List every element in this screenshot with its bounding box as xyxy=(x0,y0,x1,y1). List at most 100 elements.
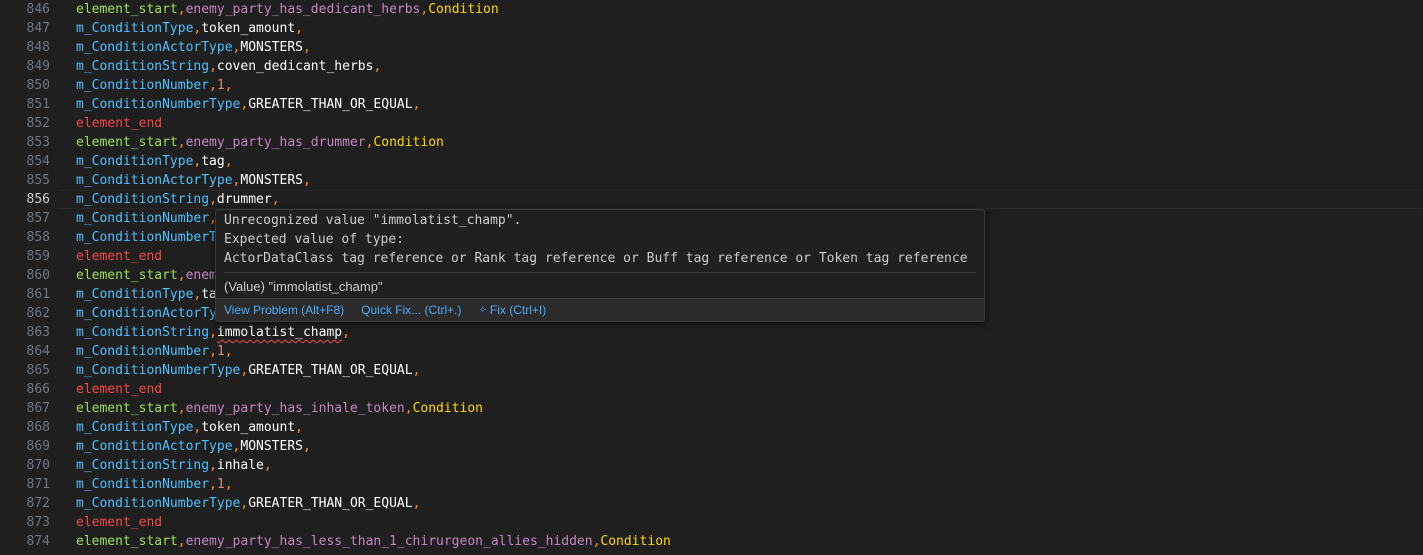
line-code: m_ConditionType,token_amount, xyxy=(76,19,303,38)
code-token: element_end xyxy=(76,116,163,131)
line-code: element_start,enemy_party_has_inhale_tok… xyxy=(76,399,483,418)
line-code: m_ConditionNumberType,GREATER_THAN_OR_EQ… xyxy=(76,361,420,380)
code-line[interactable]: 871 m_ConditionNumber,1, xyxy=(0,475,1423,494)
line-code: m_ConditionNumber,1, xyxy=(76,475,233,494)
code-line[interactable]: 872 m_ConditionNumberType,GREATER_THAN_OR… xyxy=(0,494,1423,513)
code-token: element_start xyxy=(76,268,178,283)
code-token: , xyxy=(177,2,186,17)
line-number: 859 xyxy=(26,249,50,264)
code-token: element_start xyxy=(76,135,178,150)
line-code: element_start,enemy_party_has_drummer,Co… xyxy=(76,133,444,152)
code-line[interactable]: 870 m_ConditionString,inhale, xyxy=(0,456,1423,475)
line-number: 848 xyxy=(26,40,50,55)
code-token: , xyxy=(224,344,233,359)
line-number: 854 xyxy=(26,154,50,169)
code-token: GREATER_THAN_OR_EQUAL xyxy=(248,97,413,112)
code-line[interactable]: 874 element_start,enemy_party_has_less_th… xyxy=(0,532,1423,551)
code-line[interactable]: 867 element_start,enemy_party_has_inhale_… xyxy=(0,399,1423,418)
code-line[interactable]: 847 m_ConditionType,token_amount, xyxy=(0,19,1423,38)
code-token: , xyxy=(224,477,233,492)
code-line[interactable]: 869 m_ConditionActorType,MONSTERS, xyxy=(0,437,1423,456)
code-token: , xyxy=(373,59,382,74)
error-token: immolatist_champ xyxy=(216,325,343,340)
view-problem-link[interactable]: View Problem (Alt+F8) xyxy=(224,303,344,317)
code-token: element_end xyxy=(76,515,163,530)
sparkle-icon: ✧ xyxy=(478,304,487,316)
code-token: element_end xyxy=(76,382,163,397)
line-code: m_ConditionString,immolatist_champ, xyxy=(76,323,350,342)
code-line[interactable]: 866 element_end xyxy=(0,380,1423,399)
line-code: m_ConditionString,coven_dedicant_herbs, xyxy=(76,57,381,76)
line-number: 852 xyxy=(26,116,50,131)
line-number: 865 xyxy=(26,363,50,378)
code-token: m_ConditionType xyxy=(76,154,194,169)
line-number: 874 xyxy=(26,534,50,549)
hover-tooltip: Unrecognized value "immolatist_champ". E… xyxy=(215,209,985,322)
line-number: 856 xyxy=(26,192,50,207)
code-token: m_ConditionString xyxy=(76,458,210,473)
code-token: tag xyxy=(201,154,225,169)
code-token: 1 xyxy=(216,344,225,359)
code-token: m_ConditionType xyxy=(76,420,194,435)
code-line[interactable]: 865 m_ConditionNumberType,GREATER_THAN_OR… xyxy=(0,361,1423,380)
code-line[interactable]: 848 m_ConditionActorType,MONSTERS, xyxy=(0,38,1423,57)
code-token: m_ConditionType xyxy=(76,287,194,302)
code-token: , xyxy=(209,78,217,93)
line-code: m_ConditionActorType,MONSTERS, xyxy=(76,38,311,57)
code-token: , xyxy=(177,135,186,150)
code-line[interactable]: 856 m_ConditionString,drummer, xyxy=(0,190,1423,209)
code-line[interactable]: 852 element_end xyxy=(0,114,1423,133)
code-token: Condition xyxy=(428,2,499,17)
problem-message: Unrecognized value "immolatist_champ". E… xyxy=(216,210,984,268)
line-number: 861 xyxy=(26,287,50,302)
problem-line-1: Unrecognized value "immolatist_champ". xyxy=(224,213,522,228)
code-token: , xyxy=(209,325,217,340)
line-code: m_ConditionActorTy xyxy=(76,304,217,323)
hover-actions-bar: View Problem (Alt+F8) Quick Fix... (Ctrl… xyxy=(216,298,984,321)
code-line[interactable]: 854 m_ConditionType,tag, xyxy=(0,152,1423,171)
line-number: 847 xyxy=(26,21,50,36)
fix-link[interactable]: ✧ Fix (Ctrl+I) xyxy=(479,303,547,317)
line-code: element_start,enemy_party_has_dedicant_h… xyxy=(76,0,499,19)
code-token: , xyxy=(224,78,233,93)
code-line[interactable]: 873 element_end xyxy=(0,513,1423,532)
code-line[interactable]: 863 m_ConditionString,immolatist_champ, xyxy=(0,323,1423,342)
line-code: m_ConditionString,inhale, xyxy=(76,456,272,475)
code-editor[interactable]: 846 element_start,enemy_party_has_dedican… xyxy=(0,0,1423,555)
code-line[interactable]: 855 m_ConditionActorType,MONSTERS, xyxy=(0,171,1423,190)
code-token: , xyxy=(263,458,272,473)
line-code: m_ConditionNumber, xyxy=(76,209,217,228)
code-token: , xyxy=(412,496,421,511)
line-number: 870 xyxy=(26,458,50,473)
code-line[interactable]: 850 m_ConditionNumber,1, xyxy=(0,76,1423,95)
line-number: 857 xyxy=(26,211,50,226)
code-token: , xyxy=(303,173,311,188)
code-token: m_ConditionString xyxy=(76,325,210,340)
code-token: , xyxy=(209,477,217,492)
code-token: inhale xyxy=(216,458,264,473)
line-code: element_start,enemy_party_has_less_than_… xyxy=(76,532,671,551)
code-token: , xyxy=(303,439,311,454)
code-token: enemy_party_has_less_than_1_chirurgeon_a… xyxy=(185,534,593,549)
line-number: 864 xyxy=(26,344,50,359)
code-token: , xyxy=(209,344,217,359)
code-token: , xyxy=(209,458,217,473)
code-line[interactable]: 868 m_ConditionType,token_amount, xyxy=(0,418,1423,437)
code-token: Condition xyxy=(373,135,444,150)
code-line[interactable]: 853 element_start,enemy_party_has_drummer… xyxy=(0,133,1423,152)
line-code: m_ConditionActorType,MONSTERS, xyxy=(76,171,311,190)
line-code: m_ConditionActorType,MONSTERS, xyxy=(76,437,311,456)
code-line[interactable]: 846 element_start,enemy_party_has_dedican… xyxy=(0,0,1423,19)
code-token: , xyxy=(342,325,350,340)
code-token: token_amount xyxy=(201,420,296,435)
code-token: , xyxy=(224,154,233,169)
line-code: m_ConditionType,ta xyxy=(76,285,217,304)
quick-fix-link[interactable]: Quick Fix... (Ctrl+.) xyxy=(361,303,461,317)
code-line[interactable]: 864 m_ConditionNumber,1, xyxy=(0,342,1423,361)
line-number: 863 xyxy=(26,325,50,340)
code-token: GREATER_THAN_OR_EQUAL xyxy=(248,496,413,511)
code-line[interactable]: 851 m_ConditionNumberType,GREATER_THAN_OR… xyxy=(0,95,1423,114)
code-token: , xyxy=(412,97,421,112)
code-token: MONSTERS xyxy=(240,173,303,188)
code-line[interactable]: 849 m_ConditionString,coven_dedicant_herb… xyxy=(0,57,1423,76)
